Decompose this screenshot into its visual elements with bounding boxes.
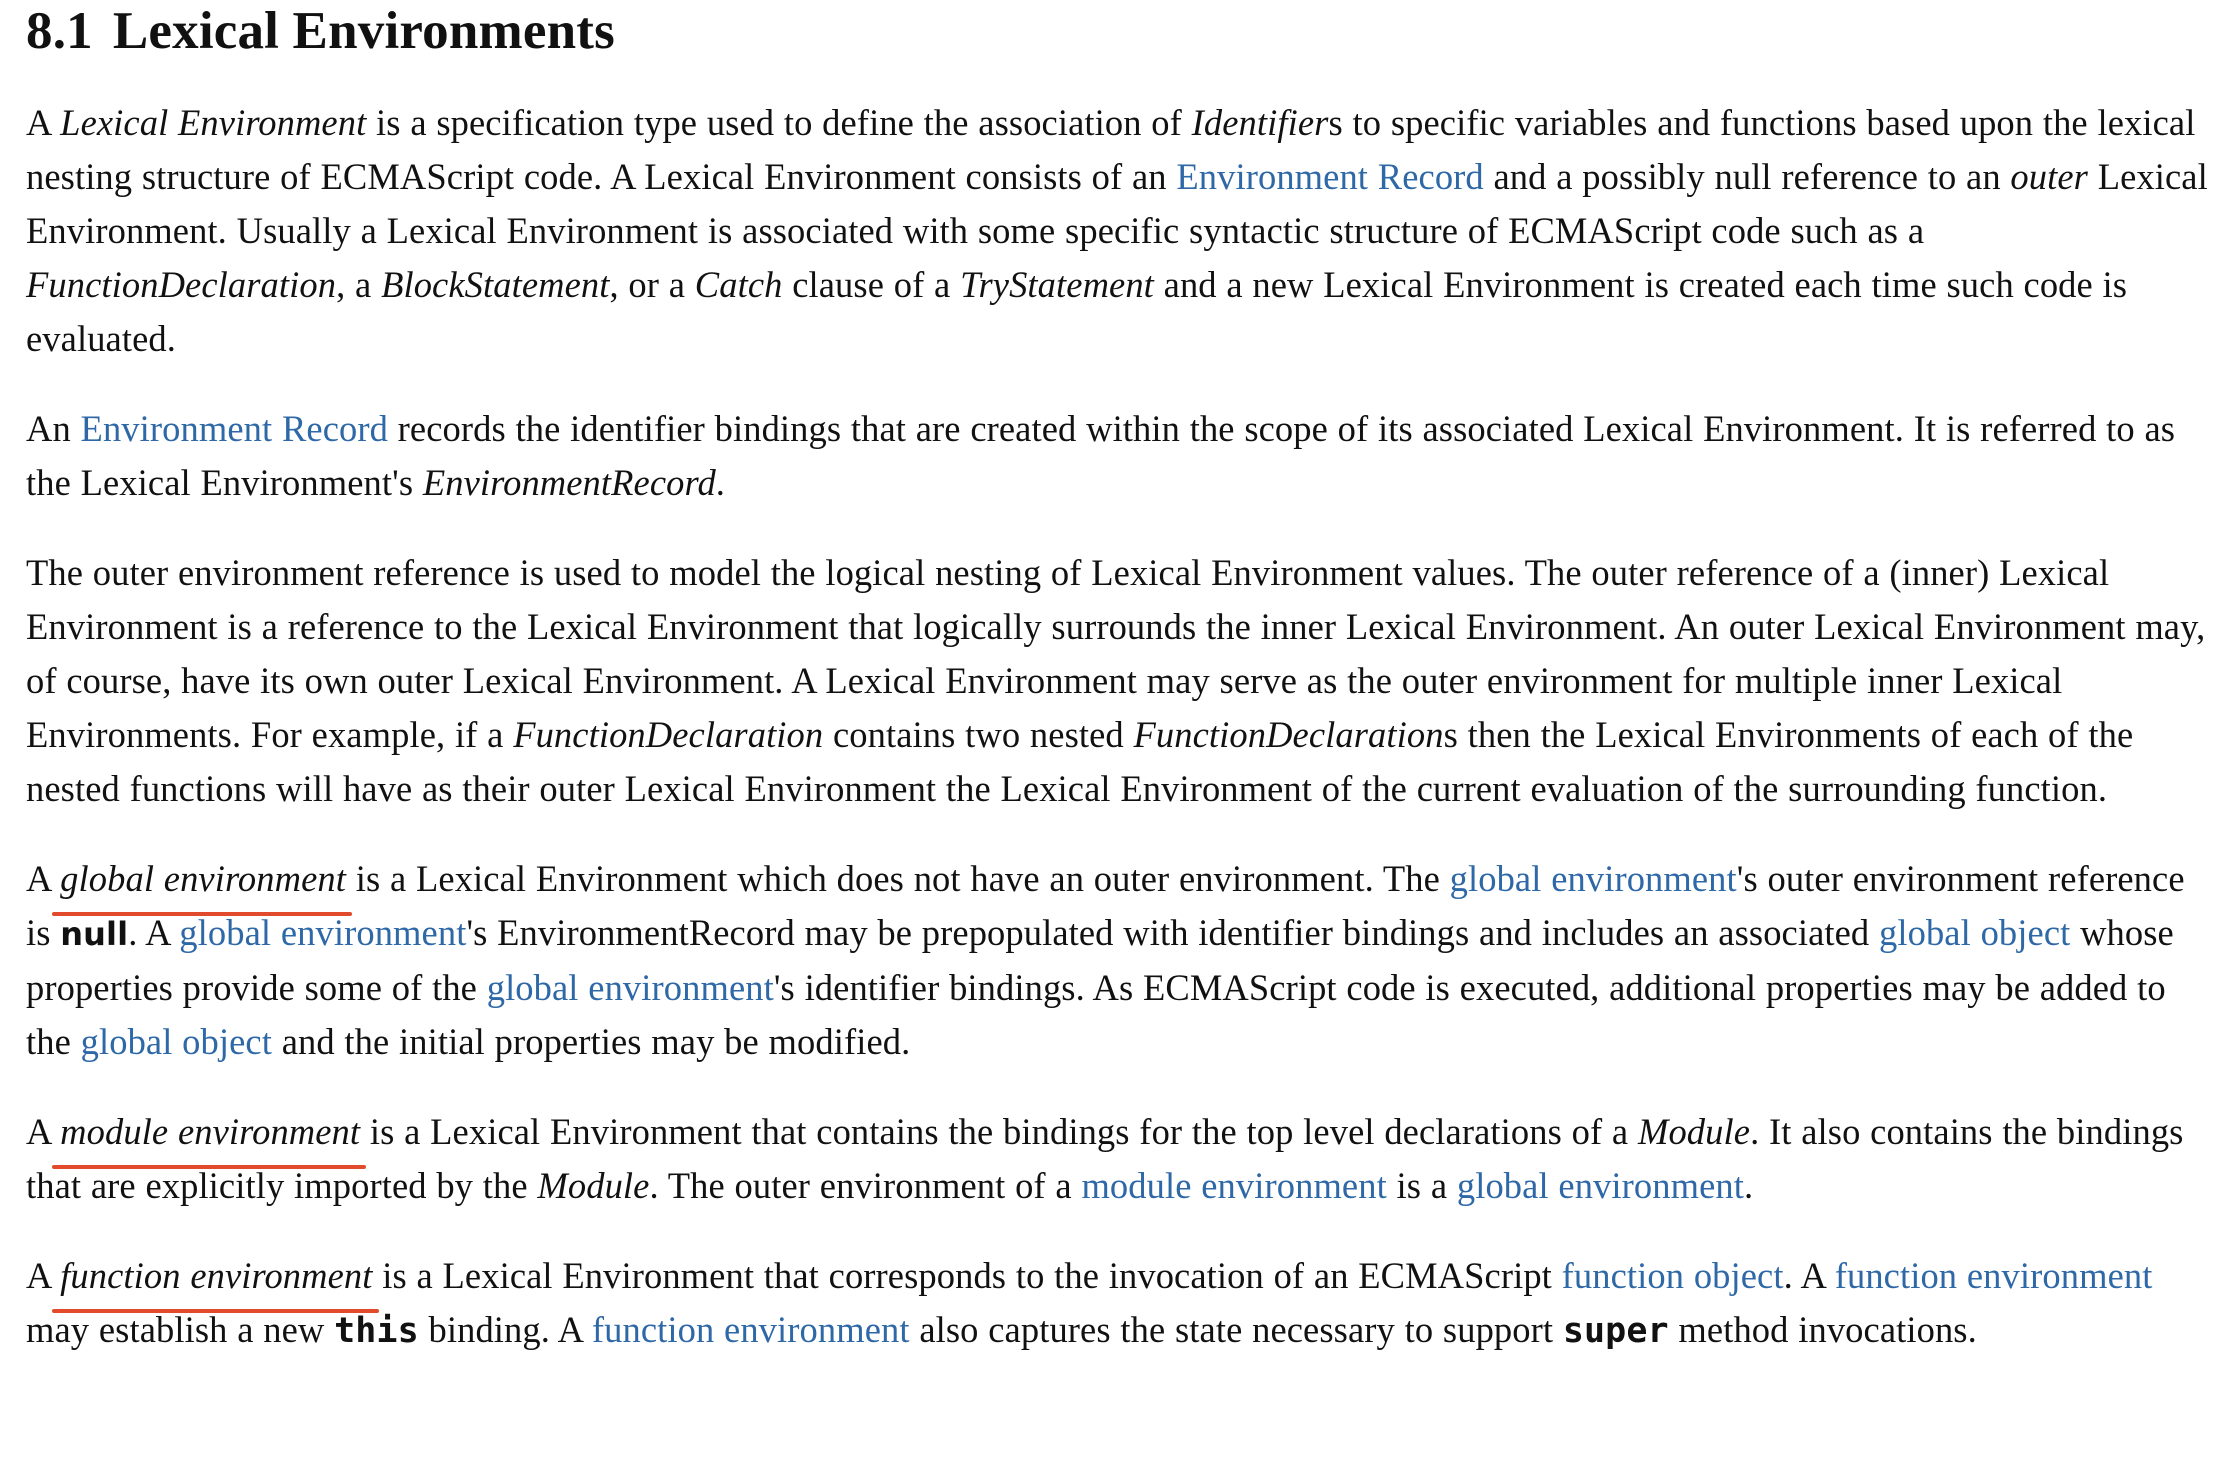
term-function-declaration: FunctionDeclaration: [513, 714, 824, 755]
section-number: 8.1: [26, 2, 93, 60]
link-environment-record[interactable]: Environment Record: [81, 408, 388, 449]
term-function-declaration: FunctionDeclaration: [26, 264, 337, 305]
paragraph-function-environment: A function environment is a Lexical Envi…: [26, 1249, 2212, 1358]
term-function-declaration: FunctionDeclaration: [1133, 714, 1444, 755]
text: clause of a: [782, 264, 961, 305]
text: A: [26, 1255, 61, 1296]
text: A: [26, 858, 61, 899]
section-heading: 8.1 Lexical Environments: [26, 0, 2212, 60]
term-module: Module: [1637, 1111, 1751, 1152]
defined-term-module-environment: module environment: [52, 1105, 367, 1169]
text: An: [26, 408, 81, 449]
text: and a possibly null reference to an: [1483, 156, 2011, 197]
text: may establish a new: [26, 1309, 335, 1350]
text: is a: [1386, 1165, 1457, 1206]
link-global-environment[interactable]: global environment: [487, 967, 774, 1008]
paragraph-module-environment: A module environment is a Lexical Enviro…: [26, 1105, 2212, 1213]
term-catch: Catch: [694, 264, 783, 305]
text: . A: [1783, 1255, 1835, 1296]
keyword-this: this: [334, 1311, 419, 1351]
term-environment-record-field: EnvironmentRecord: [422, 462, 716, 503]
link-global-environment[interactable]: global environment: [179, 912, 466, 953]
link-module-environment[interactable]: module environment: [1081, 1165, 1386, 1206]
link-global-object[interactable]: global object: [1879, 912, 2070, 953]
text: and the initial properties may be modifi…: [271, 1021, 911, 1062]
term-module: Module: [537, 1165, 650, 1206]
text: , or a: [609, 264, 695, 305]
link-environment-record[interactable]: Environment Record: [1176, 156, 1483, 197]
text: . The outer environment of a: [649, 1165, 1082, 1206]
text: is a specification type used to define t…: [366, 102, 1192, 143]
text: is a Lexical Environment which does not …: [345, 858, 1450, 899]
paragraph-environment-record: An Environment Record records the identi…: [26, 402, 2212, 510]
term-outer: outer: [2010, 156, 2088, 197]
paragraph-global-environment: A global environment is a Lexical Enviro…: [26, 852, 2212, 1069]
text: A: [26, 102, 61, 143]
keyword-super: super: [1562, 1311, 1669, 1351]
link-global-object[interactable]: global object: [81, 1021, 272, 1062]
link-global-environment[interactable]: global environment: [1450, 858, 1737, 899]
paragraph-outer-reference: The outer environment reference is used …: [26, 546, 2212, 816]
spec-section: 8.1 Lexical Environments A Lexical Enviro…: [26, 0, 2212, 1358]
link-function-environment[interactable]: function environment: [592, 1309, 910, 1350]
text: is a Lexical Environment that correspond…: [372, 1255, 1562, 1296]
text: binding. A: [418, 1309, 592, 1350]
text: A: [26, 1111, 61, 1152]
link-function-object[interactable]: function object: [1562, 1255, 1784, 1296]
section-title: Lexical Environments: [112, 2, 615, 60]
term-lexical-environment: Lexical Environment: [60, 102, 367, 143]
text: .: [1744, 1165, 1754, 1206]
text: .: [715, 462, 726, 503]
term-block-statement: BlockStatement: [381, 264, 610, 305]
text: . A: [128, 912, 180, 953]
value-null: null: [60, 915, 129, 953]
text: is a Lexical Environment that contains t…: [360, 1111, 1638, 1152]
defined-term-function-environment: function environment: [52, 1249, 379, 1313]
text: also captures the state necessary to sup…: [909, 1309, 1563, 1350]
text: contains two nested: [823, 714, 1134, 755]
paragraph-lexical-environment: A Lexical Environment is a specification…: [26, 96, 2212, 366]
link-function-environment[interactable]: function environment: [1835, 1255, 2153, 1296]
link-global-environment[interactable]: global environment: [1457, 1165, 1744, 1206]
defined-term-global-environment: global environment: [52, 852, 352, 916]
text: method invocations.: [1668, 1309, 1977, 1350]
term-identifier: Identifier: [1191, 102, 1329, 143]
text: , a: [336, 264, 382, 305]
term-try-statement: TryStatement: [960, 264, 1154, 305]
text: 's EnvironmentRecord may be prepopulated…: [466, 912, 1880, 953]
